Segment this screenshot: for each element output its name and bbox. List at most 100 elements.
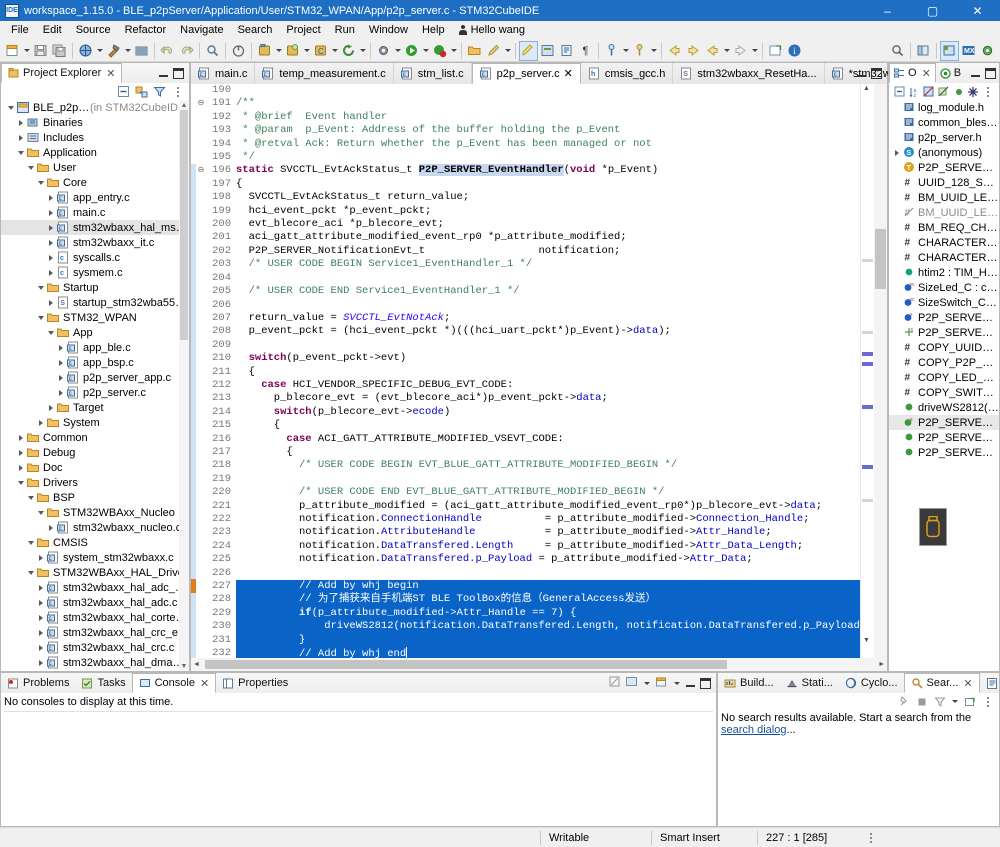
editor-tab-temp-measurement-c[interactable]: c temp_measurement.c xyxy=(255,63,394,84)
tree-item-stm32wbaxx-hal-dma-ex-c[interactable]: c stm32wbaxx_hal_dma_ex.c xyxy=(1,655,189,670)
view-menu-icon[interactable] xyxy=(980,694,995,709)
chevron-right-icon[interactable] xyxy=(55,355,66,370)
tab-stati[interactable]: Stati... xyxy=(780,673,839,693)
code-line[interactable]: * @brief Event handler xyxy=(236,111,860,124)
pencil-icon[interactable] xyxy=(484,41,503,61)
tree-item-bsp[interactable]: BSP xyxy=(1,490,189,505)
external-tools-dropdown-icon[interactable] xyxy=(330,41,339,61)
search-toolbar-icon[interactable] xyxy=(203,41,222,61)
code-line[interactable]: notification.AttributeHandle = p_attribu… xyxy=(236,526,860,539)
build-icon[interactable] xyxy=(76,41,95,61)
usb-dongle-overlay[interactable] xyxy=(919,508,947,546)
tree-item-stm32wbaxx-hal-crc-c[interactable]: c stm32wbaxx_hal_crc.c xyxy=(1,640,189,655)
outline-item-log-module-h[interactable]: log_module.h xyxy=(889,100,999,115)
maximize-view-icon[interactable] xyxy=(173,67,184,79)
back-icon[interactable] xyxy=(665,41,684,61)
code-line[interactable] xyxy=(236,272,860,285)
menu-source[interactable]: Source xyxy=(69,22,118,38)
editor-horizontal-scrollbar[interactable]: ◄ ► xyxy=(191,658,887,671)
code-line[interactable]: { xyxy=(236,366,860,379)
chevron-down-icon[interactable] xyxy=(15,145,26,160)
tree-item-doc[interactable]: Doc xyxy=(1,460,189,475)
tree-item-stm32-wpan[interactable]: STM32_WPAN xyxy=(1,310,189,325)
chevron-right-icon[interactable] xyxy=(35,655,46,670)
code-line[interactable]: P2P_SERVER_NotificationEvt_t notificatio… xyxy=(236,245,860,258)
tree-item-stm32wbaxx-hal-dma-c[interactable]: cstm32wbaxx_hal_dma.c xyxy=(1,670,189,671)
tree-item-stm32wbaxx-hal-driver[interactable]: STM32WBAxx_HAL_Driver xyxy=(1,565,189,580)
minimize-view-icon[interactable] xyxy=(685,678,696,689)
perspective-mx-icon[interactable]: MX xyxy=(959,41,978,61)
code-line[interactable]: aci_gatt_attribute_modified_event_rp0 *p… xyxy=(236,231,860,244)
perspective-add-icon[interactable] xyxy=(914,41,933,61)
chevron-down-icon[interactable] xyxy=(45,325,56,340)
new-dropdown-icon[interactable] xyxy=(22,41,31,61)
code-line[interactable]: { xyxy=(236,178,860,191)
outline-item-htim2-tim-handle[interactable]: htim2 : TIM_Handle xyxy=(889,265,999,280)
undo-icon[interactable] xyxy=(158,41,177,61)
tab-sear[interactable]: Sear... ✕ xyxy=(903,673,980,693)
maximize-editor-icon[interactable] xyxy=(871,68,882,79)
code-line[interactable]: notification.DataTransfered.Length = p_a… xyxy=(236,540,860,553)
outline-item-copy-uuid-128-[interactable]: # COPY_UUID_128() xyxy=(889,340,999,355)
view-menu-filter-icon[interactable] xyxy=(152,84,167,99)
refresh-dropdown-icon[interactable] xyxy=(358,41,367,61)
chevron-right-icon[interactable] xyxy=(15,430,26,445)
new-icon[interactable] xyxy=(3,41,22,61)
code-line[interactable]: notification.DataTransfered.p_Payload = … xyxy=(236,553,860,566)
code-line[interactable]: // Add by whj begin xyxy=(236,580,860,594)
code-line[interactable]: case ACI_GATT_ATTRIBUTE_MODIFIED_VSEVT_C… xyxy=(236,433,860,446)
tree-item-stm32wbaxx-nucleo-c[interactable]: c stm32wbaxx_nucleo.c xyxy=(1,520,189,535)
chevron-right-icon[interactable] xyxy=(45,235,56,250)
hide-nonpublic-icon[interactable] xyxy=(952,84,966,99)
run-green-icon[interactable] xyxy=(402,41,421,61)
overview-ruler[interactable]: ▲ ▼ xyxy=(860,84,874,658)
run-config-icon[interactable] xyxy=(283,41,302,61)
tab-tasks[interactable]: Tasks xyxy=(75,673,131,693)
code-line[interactable]: */ xyxy=(236,151,860,164)
outline-item--anonymous-[interactable]: S (anonymous) xyxy=(889,145,999,160)
code-line[interactable]: switch(p_event_pckt->evt) xyxy=(236,352,860,365)
chevron-right-icon[interactable] xyxy=(15,130,26,145)
outline-item-p2p-server-eventh[interactable]: s P2P_SERVER_EventH xyxy=(889,325,999,340)
outline-item-copy-led-c-uuid-[interactable]: # COPY_LED_C_UUID() xyxy=(889,370,999,385)
tree-item-cmsis[interactable]: CMSIS xyxy=(1,535,189,550)
chevron-down-icon[interactable] xyxy=(35,505,46,520)
pilcrow-icon[interactable]: ¶ xyxy=(576,41,595,61)
outline-item-p2p-server-h[interactable]: p2p_server.h xyxy=(889,130,999,145)
chevron-down-icon[interactable] xyxy=(25,565,36,580)
chevron-right-icon[interactable] xyxy=(35,550,46,565)
outline-item-bm-uuid-length[interactable]: # BM_UUID_LENGTH xyxy=(889,190,999,205)
code-line[interactable]: evt_blecore_aci *p_blecore_evt; xyxy=(236,218,860,231)
tree-item-core[interactable]: Core xyxy=(1,175,189,190)
close-icon[interactable]: ✕ xyxy=(963,677,972,690)
chevron-down-icon[interactable] xyxy=(35,175,46,190)
tree-item-app-entry-c[interactable]: c app_entry.c xyxy=(1,190,189,205)
minimize-editor-icon[interactable] xyxy=(856,68,867,79)
tree-item-target[interactable]: Target xyxy=(1,400,189,415)
chevron-down-icon[interactable] xyxy=(25,160,36,175)
code-line[interactable]: /* USER CODE END EVT_BLUE_GATT_ATTRIBUTE… xyxy=(236,486,860,499)
tab-project-explorer[interactable]: Project Explorer ✕ xyxy=(1,63,123,83)
tab-build-analyzer[interactable]: B xyxy=(936,63,965,83)
code-line[interactable]: /* USER CODE END Service1_EventHandler_1… xyxy=(236,285,860,298)
tree-item-system-stm32wbaxx-c[interactable]: c system_stm32wbaxx.c xyxy=(1,550,189,565)
maximize-view-icon[interactable] xyxy=(985,67,997,79)
tree-item-stm32wbaxx-hal-crc-ex-c[interactable]: c stm32wbaxx_hal_crc_ex.c xyxy=(1,625,189,640)
chevron-right-icon[interactable] xyxy=(35,640,46,655)
outline-item-p2p-server-update[interactable]: P2P_SERVER_Update xyxy=(889,445,999,460)
editor-tab-stm32wbaxx-resetha-[interactable]: Sstm32wbaxx_ResetHa... xyxy=(673,63,825,84)
gear-icon[interactable] xyxy=(374,41,393,61)
source-code-text[interactable]: /** * @brief Event handler * @param p_Ev… xyxy=(234,84,860,658)
chevron-right-icon[interactable] xyxy=(45,190,56,205)
menu-refactor[interactable]: Refactor xyxy=(118,22,174,38)
open-console-icon[interactable] xyxy=(655,675,668,691)
annotation-icon[interactable] xyxy=(602,41,621,61)
tree-item-app-bsp-c[interactable]: c app_bsp.c xyxy=(1,355,189,370)
minimize-view-icon[interactable] xyxy=(158,68,169,79)
tree-item-ble-p2pserver[interactable]: BLE_p2pServer (in STM32CubeIDE) xyxy=(1,100,189,115)
outline-item-sizeswitch-c-const[interactable]: scSizeSwitch_C : const xyxy=(889,295,999,310)
code-line[interactable] xyxy=(236,84,860,97)
fold-toggle-icon[interactable]: ⊖ xyxy=(196,97,206,110)
code-line[interactable]: hci_event_pckt *p_event_pckt; xyxy=(236,205,860,218)
chevron-right-icon[interactable] xyxy=(35,670,46,671)
